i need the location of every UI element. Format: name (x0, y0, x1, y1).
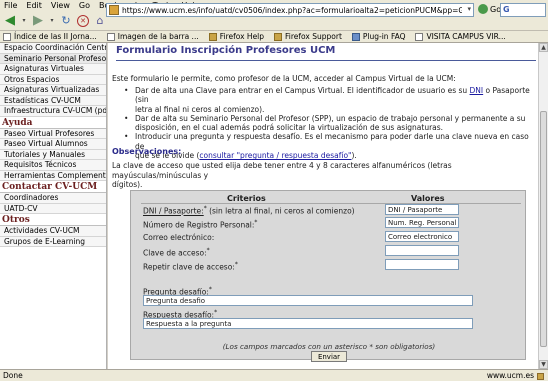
sidebar-item-asignaturas-virtuales[interactable]: Asignaturas Virtuales (0, 64, 106, 75)
sidebar-item-herramientas[interactable]: Herramientas Complementarias (0, 170, 106, 181)
enviar-button[interactable]: Enviar (311, 351, 347, 362)
sidebar-item-espacio-coordinacion[interactable]: Espacio Coordinación Centro (0, 43, 106, 54)
observaciones-text: La clave de acceso que usted elija debe … (112, 161, 452, 189)
go-icon (478, 4, 488, 14)
sidebar-item-paseo-profesores[interactable]: Paseo Virtual Profesores (0, 128, 106, 139)
url-input[interactable] (122, 5, 462, 15)
plugin-icon (351, 32, 360, 41)
site-favicon-icon (109, 5, 119, 15)
menu-edit[interactable]: Edit (26, 0, 42, 11)
sidebar-item-tutoriales[interactable]: Tutoriales y Manuales (0, 149, 106, 160)
folder-icon (208, 32, 217, 41)
page-icon (106, 32, 115, 41)
bookmark-item[interactable]: Índice de las II Jorna... (3, 32, 97, 41)
pregunta-field[interactable] (143, 295, 473, 306)
dni-label: DNI / Pasaporte:* (sin letra al final, n… (143, 205, 355, 216)
sidebar-item-actividades[interactable]: Actividades CV-UCM (0, 226, 106, 237)
header-divider (141, 203, 521, 204)
pregunta-respuesta-link[interactable]: consultar "pregunta / respuesta desafío" (199, 151, 351, 160)
repetir-clave-label: Repetir clave de acceso:* (143, 261, 238, 272)
bookmark-item[interactable]: Imagen de la barra ... (106, 32, 199, 41)
search-input[interactable]: G (500, 3, 546, 17)
sidebar-heading-otros: Otros (0, 214, 106, 226)
forward-dropdown-icon[interactable]: ▾ (49, 14, 55, 28)
page-icon (3, 32, 11, 41)
back-arrow-icon[interactable]: ◀ (3, 13, 17, 28)
title-divider (116, 60, 536, 61)
bullet-item-clave: Dar de alta una Clave para entrar en el … (112, 86, 536, 114)
dni-field[interactable] (385, 204, 459, 215)
bookmark-item[interactable]: Firefox Support (274, 32, 342, 41)
scroll-down-icon[interactable]: ▼ (539, 360, 548, 369)
clave-label: Clave de acceso:* (143, 247, 210, 258)
menu-view[interactable]: View (51, 0, 70, 11)
sidebar-heading-contactar: Contactar CV-UCM (0, 181, 106, 193)
sidebar: Espacio Coordinación Centro Seminario Pe… (0, 43, 107, 369)
registro-label: Número de Registro Personal:* (143, 219, 258, 230)
forward-arrow-icon[interactable]: ▶ (31, 13, 45, 28)
menu-go[interactable]: Go (79, 0, 90, 11)
page-icon (415, 32, 424, 41)
repetir-clave-field[interactable] (385, 259, 459, 270)
clave-field[interactable] (385, 245, 459, 256)
sidebar-item-infraestructura[interactable]: Infraestructura CV-UCM (pdf) (0, 106, 106, 117)
dni-link[interactable]: DNI (470, 86, 484, 95)
menu-file[interactable]: File (4, 0, 17, 11)
go-button[interactable]: Go (478, 4, 501, 14)
sidebar-item-otros-espacios[interactable]: Otros Espacios (0, 74, 106, 85)
bookmark-item[interactable]: Plug-in FAQ (351, 32, 405, 41)
url-dropdown-icon[interactable]: ▾ (467, 5, 471, 13)
email-label: Correo electrónico: (143, 233, 215, 242)
sidebar-item-estadisticas[interactable]: Estadísticas CV-UCM (0, 95, 106, 106)
scroll-thumb[interactable] (540, 111, 547, 347)
bookmark-item[interactable]: VISITA CAMPUS VIR... (415, 32, 506, 41)
bookmarks-toolbar: Índice de las II Jorna... Imagen de la b… (0, 31, 548, 43)
sidebar-item-coordinadores[interactable]: Coordinadores (0, 193, 106, 204)
sidebar-item-seminario-personal[interactable]: Seminario Personal Profesor (0, 53, 106, 64)
respuesta-field[interactable] (143, 318, 473, 329)
status-bar: Done www.ucm.es (0, 369, 548, 381)
folder-icon (274, 32, 283, 41)
sidebar-item-asignaturas-virtualizadas[interactable]: Asignaturas Virtualizadas (0, 85, 106, 96)
google-search-icon: G (503, 5, 510, 14)
observaciones-heading: Observaciones: (112, 147, 182, 156)
back-dropdown-icon[interactable]: ▾ (21, 14, 27, 28)
bookmark-item[interactable]: Firefox Help (208, 32, 264, 41)
bullet-item-seminario: Dar de alta su Seminario Personal del Pr… (112, 114, 536, 133)
required-fields-note: (Los campos marcados con un asterisco * … (222, 342, 436, 351)
registro-field[interactable] (385, 217, 459, 228)
sidebar-item-paseo-alumnos[interactable]: Paseo Virtual Alumnos (0, 139, 106, 150)
status-text: Done (3, 371, 23, 380)
registration-form: Criterios Valores DNI / Pasaporte:* (sin… (130, 190, 526, 362)
intro-text: Este formulario le permite, como profeso… (112, 74, 456, 83)
home-icon[interactable]: ⌂ (93, 14, 107, 28)
url-bar[interactable]: ▾ (106, 3, 474, 17)
status-right: www.ucm.es (487, 370, 544, 381)
column-header-criterios: Criterios (227, 194, 266, 203)
reload-icon[interactable]: ↻ (59, 14, 73, 28)
scroll-up-icon[interactable]: ▲ (539, 43, 548, 52)
sidebar-item-uatd-cv[interactable]: UATD-CV (0, 203, 106, 214)
vertical-scrollbar[interactable]: ▲ ▼ (538, 43, 548, 369)
page-title: Formulario Inscripción Profesores UCM (116, 45, 336, 56)
email-field[interactable] (385, 231, 459, 242)
sidebar-item-requisitos[interactable]: Requisitos Técnicos (0, 160, 106, 171)
stop-icon[interactable]: ✕ (77, 14, 89, 27)
column-header-valores: Valores (411, 194, 445, 203)
status-domain: www.ucm.es (486, 371, 534, 380)
sidebar-heading-ayuda: Ayuda (0, 116, 106, 129)
lock-icon (537, 372, 544, 380)
sidebar-item-grupos-elearning[interactable]: Grupos de E-Learning (0, 236, 106, 247)
